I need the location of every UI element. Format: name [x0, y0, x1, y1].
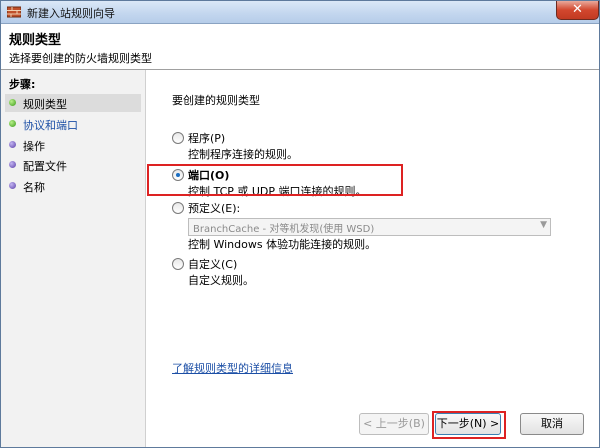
purple-dot-icon [9, 161, 16, 168]
close-icon: ✕ [572, 2, 583, 17]
step-label: 配置文件 [23, 160, 67, 173]
purple-dot-icon [9, 182, 16, 189]
main-panel: 要创建的规则类型 程序(P) 控制程序连接的规则。 端口(O) 控制 TCP 或… [146, 70, 599, 447]
chevron-down-icon: ▼ [540, 220, 547, 230]
option-title: 程序(P) [188, 132, 226, 145]
steps-sidebar: 步骤: 规则类型 协议和端口 操作 配置文件 名称 [1, 70, 146, 447]
back-button[interactable]: < 上一步(B) [359, 413, 429, 435]
window-title: 新建入站规则向导 [27, 7, 115, 20]
rule-type-heading: 要创建的规则类型 [172, 94, 260, 107]
green-dot-icon [9, 99, 16, 106]
green-dot-icon [9, 120, 16, 127]
step-protocol-port[interactable]: 协议和端口 [5, 115, 141, 133]
close-button[interactable]: ✕ [556, 1, 599, 20]
step-label: 名称 [23, 181, 45, 194]
custom-radio[interactable] [172, 258, 184, 270]
step-name: 名称 [5, 177, 141, 195]
step-label: 操作 [23, 140, 45, 153]
predefined-select-value: BranchCache - 对等机发现(使用 WSD) [193, 224, 375, 235]
firewall-wall-icon [7, 6, 21, 18]
step-profile: 配置文件 [5, 156, 141, 174]
port-option-highlight [147, 164, 403, 196]
option-description: 控制 Windows 体验功能连接的规则。 [188, 238, 377, 251]
step-label: 规则类型 [23, 98, 67, 111]
page-subtitle: 选择要创建的防火墙规则类型 [9, 52, 152, 65]
next-button[interactable]: 下一步(N) > [435, 413, 501, 435]
steps-label: 步骤: [9, 78, 36, 91]
cancel-button[interactable]: 取消 [520, 413, 584, 435]
predefined-radio[interactable] [172, 202, 184, 214]
title-bar[interactable]: 新建入站规则向导 ✕ [1, 1, 599, 24]
page-header: 规则类型 选择要创建的防火墙规则类型 [1, 24, 599, 70]
predefined-select[interactable]: BranchCache - 对等机发现(使用 WSD) ▼ [188, 218, 551, 236]
option-title: 自定义(C) [188, 258, 238, 271]
wizard-window: 新建入站规则向导 ✕ 规则类型 选择要创建的防火墙规则类型 步骤: 规则类型 协… [0, 0, 600, 448]
step-action: 操作 [5, 136, 141, 154]
step-rule-type[interactable]: 规则类型 [5, 94, 141, 112]
option-title: 预定义(E): [188, 202, 241, 215]
option-description: 控制程序连接的规则。 [188, 148, 298, 161]
page-title: 规则类型 [9, 33, 62, 48]
step-label: 协议和端口 [23, 119, 78, 132]
option-description: 自定义规则。 [188, 274, 254, 287]
purple-dot-icon [9, 141, 16, 148]
program-radio[interactable] [172, 132, 184, 144]
learn-more-link[interactable]: 了解规则类型的详细信息 [172, 360, 293, 376]
